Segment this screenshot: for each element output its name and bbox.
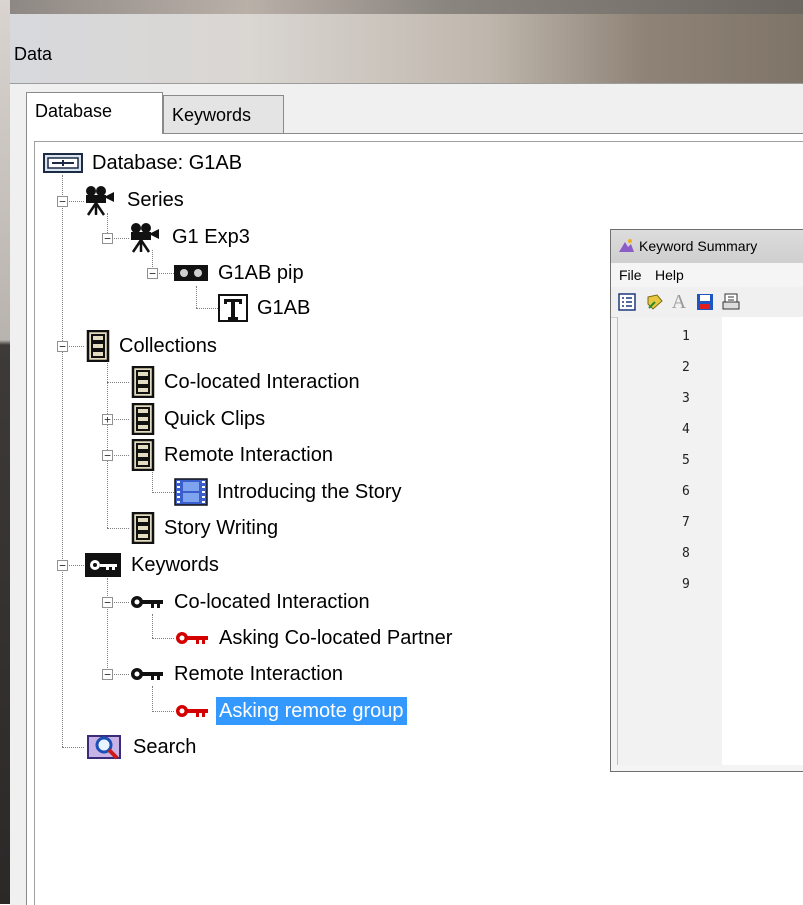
line-number: 7 [682,515,690,530]
selected-keyword-label: Asking remote group [216,697,407,725]
filing-cabinet-icon [131,439,155,471]
tree-line [196,286,197,308]
tree-line [152,614,153,638]
collapse-toggle[interactable]: − [102,597,113,608]
database-icon [43,152,83,174]
toolbar: A [611,287,803,318]
menu-bar: File Help [611,263,803,287]
save-icon[interactable] [695,292,715,312]
tree-line [152,638,174,639]
tree-line [152,711,174,712]
font-icon[interactable]: A [669,291,689,313]
tree-item-collections[interactable]: Collections [86,330,220,362]
expand-toggle[interactable]: + [102,414,113,425]
tree-item-keyword-group[interactable]: Remote Interaction [129,660,346,688]
tree-item-transcript[interactable]: G1AB [218,294,313,322]
tree-line [107,578,108,674]
transcript-icon [218,294,248,322]
line-number: 3 [682,391,690,406]
filing-cabinet-icon [86,330,110,362]
tree-item-collection[interactable]: Co-located Interaction [131,366,363,398]
filing-cabinet-icon [131,366,155,398]
collapse-toggle[interactable]: − [57,560,68,571]
tree-item-keywords[interactable]: Keywords [84,551,222,579]
movie-camera-icon [127,221,163,253]
line-number-gutter: 1 2 3 4 5 6 7 8 9 [618,317,722,765]
film-clip-icon [174,478,208,506]
red-key-icon [174,630,210,646]
menu-file[interactable]: File [619,267,642,283]
tree-line [62,175,63,747]
line-number: 9 [682,577,690,592]
line-number: 6 [682,484,690,499]
tree-line [62,747,84,748]
collapse-toggle[interactable]: − [147,268,158,279]
line-number: 8 [682,546,690,561]
keyword-summary-report[interactable]: 1 2 3 4 5 6 7 8 9 [617,317,803,765]
tree-line [152,686,153,712]
keyword-summary-titlebar[interactable]: Keyword Summary [611,230,803,263]
tree-item-episode[interactable]: G1AB pip [173,259,307,287]
tree-line [107,528,129,529]
tree-item-keyword[interactable]: Asking Co-located Partner [174,624,455,652]
list-icon[interactable] [617,292,637,312]
keyword-icon[interactable] [645,292,665,312]
line-number: 4 [682,422,690,437]
filing-cabinet-icon [131,403,155,435]
collapse-toggle[interactable]: − [57,341,68,352]
filing-cabinet-icon [131,512,155,544]
line-number: 2 [682,360,690,375]
collapse-toggle[interactable]: − [57,196,68,207]
tree-item-search[interactable]: Search [86,733,199,761]
keys-icon [84,552,122,578]
tree-item-clip[interactable]: Introducing the Story [174,478,405,506]
tree-item-database[interactable]: Database: G1AB [43,149,245,177]
tree-line [107,358,108,528]
movie-camera-icon [82,184,118,216]
tree-item-keyword[interactable]: Asking remote group [174,697,407,725]
tree-item-series[interactable]: Series [82,184,187,216]
tree-item-collection[interactable]: Quick Clips [131,403,268,435]
tree-item-keyword-group[interactable]: Co-located Interaction [129,588,373,616]
app-icon [617,238,635,257]
videotape-icon [173,263,209,283]
tree-line [152,492,174,493]
keyword-summary-window: Keyword Summary File Help A 1 2 3 4 5 6 … [610,229,803,772]
search-icon [86,732,124,762]
red-key-icon [174,703,210,719]
tree-line [107,382,129,383]
menu-help[interactable]: Help [655,267,684,283]
keyword-summary-title: Keyword Summary [639,238,758,254]
collapse-toggle[interactable]: − [102,669,113,680]
tree-item-series-child[interactable]: G1 Exp3 [127,221,253,253]
line-number: 5 [682,453,690,468]
tree-item-collection[interactable]: Story Writing [131,512,281,544]
print-icon[interactable] [721,292,741,312]
tree-line [196,308,218,309]
collapse-toggle[interactable]: − [102,450,113,461]
key-icon [129,666,165,682]
line-number: 1 [682,329,690,344]
collapse-toggle[interactable]: − [102,233,113,244]
tree-item-collection[interactable]: Remote Interaction [131,439,336,471]
key-icon [129,594,165,610]
